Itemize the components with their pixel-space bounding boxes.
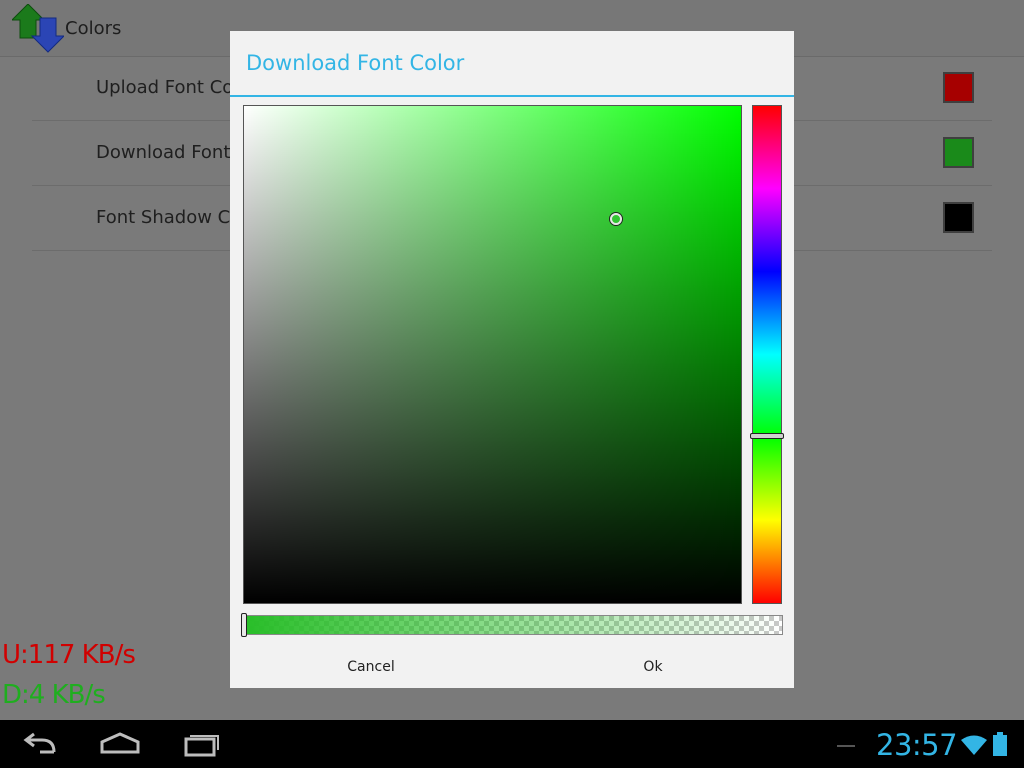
cancel-button[interactable]: Cancel bbox=[230, 647, 512, 687]
pref-label: Upload Font Colo bbox=[96, 77, 250, 98]
app-arrows-icon[interactable] bbox=[12, 4, 64, 54]
system-navigation-bar bbox=[0, 720, 1024, 768]
wifi-icon bbox=[961, 735, 987, 755]
recent-apps-icon[interactable] bbox=[176, 726, 224, 762]
pref-label: Font Shadow Col bbox=[96, 207, 247, 228]
alpha-slider[interactable] bbox=[243, 615, 783, 635]
pref-label: Download Font C bbox=[96, 142, 249, 163]
saturation-value-picker[interactable] bbox=[243, 105, 742, 604]
app-title: Colors bbox=[65, 18, 122, 39]
color-cursor[interactable] bbox=[610, 213, 622, 225]
back-icon[interactable] bbox=[16, 726, 64, 762]
color-swatch bbox=[943, 137, 974, 168]
color-swatch bbox=[943, 202, 974, 233]
color-swatch bbox=[943, 72, 974, 103]
home-icon[interactable] bbox=[96, 726, 144, 762]
dialog-title: Download Font Color bbox=[246, 51, 465, 75]
value-gradient bbox=[244, 106, 741, 603]
battery-icon bbox=[993, 732, 1007, 756]
hue-slider-handle[interactable] bbox=[750, 433, 784, 439]
upload-speed-overlay: U:117 KB/s bbox=[2, 640, 136, 670]
ok-button[interactable]: Ok bbox=[512, 647, 794, 687]
hue-slider[interactable] bbox=[752, 105, 782, 604]
notification-dash bbox=[837, 745, 855, 747]
alpha-slider-handle[interactable] bbox=[241, 613, 247, 637]
color-picker-dialog: Download Font Color Cancel Ok bbox=[230, 31, 794, 688]
alpha-gradient bbox=[244, 616, 782, 634]
download-speed-overlay: D:4 KB/s bbox=[2, 680, 106, 710]
status-clock: 23:57 bbox=[876, 728, 958, 762]
title-divider bbox=[230, 95, 794, 97]
